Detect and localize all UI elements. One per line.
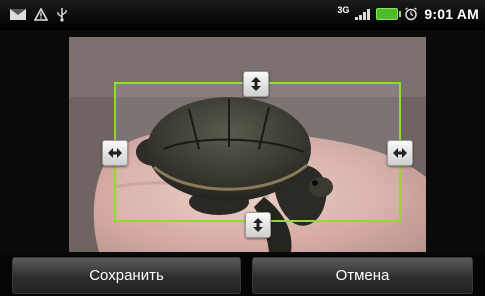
crop-handle-left[interactable]: [102, 140, 128, 166]
crop-handle-bottom[interactable]: [245, 212, 271, 238]
usb-icon: [56, 7, 68, 22]
action-bar: Сохранить Отмена: [0, 255, 485, 296]
resize-horizontal-icon: [393, 148, 407, 158]
status-clock: 9:01 AM: [424, 6, 479, 22]
alarm-icon: [404, 7, 418, 21]
signal-icon: [355, 8, 371, 20]
resize-horizontal-icon: [108, 148, 122, 158]
battery-icon: [376, 8, 402, 20]
crop-handle-right[interactable]: [387, 140, 413, 166]
warning-icon: [34, 8, 48, 21]
save-button[interactable]: Сохранить: [12, 257, 241, 294]
mail-icon: [10, 9, 26, 20]
resize-vertical-icon: [251, 77, 261, 91]
crop-frame[interactable]: [114, 82, 401, 222]
status-system: 3G 9:01 AM: [337, 5, 479, 22]
crop-image-screen: 3G 9:01 AM Сохранить Отмена: [0, 0, 485, 296]
cancel-button[interactable]: Отмена: [252, 257, 473, 294]
crop-image-area[interactable]: [69, 37, 426, 252]
crop-handle-top[interactable]: [243, 71, 269, 97]
status-notifications: [10, 7, 68, 22]
network-type: 3G: [337, 5, 350, 15]
resize-vertical-icon: [253, 218, 263, 232]
status-bar: 3G 9:01 AM: [0, 0, 485, 30]
